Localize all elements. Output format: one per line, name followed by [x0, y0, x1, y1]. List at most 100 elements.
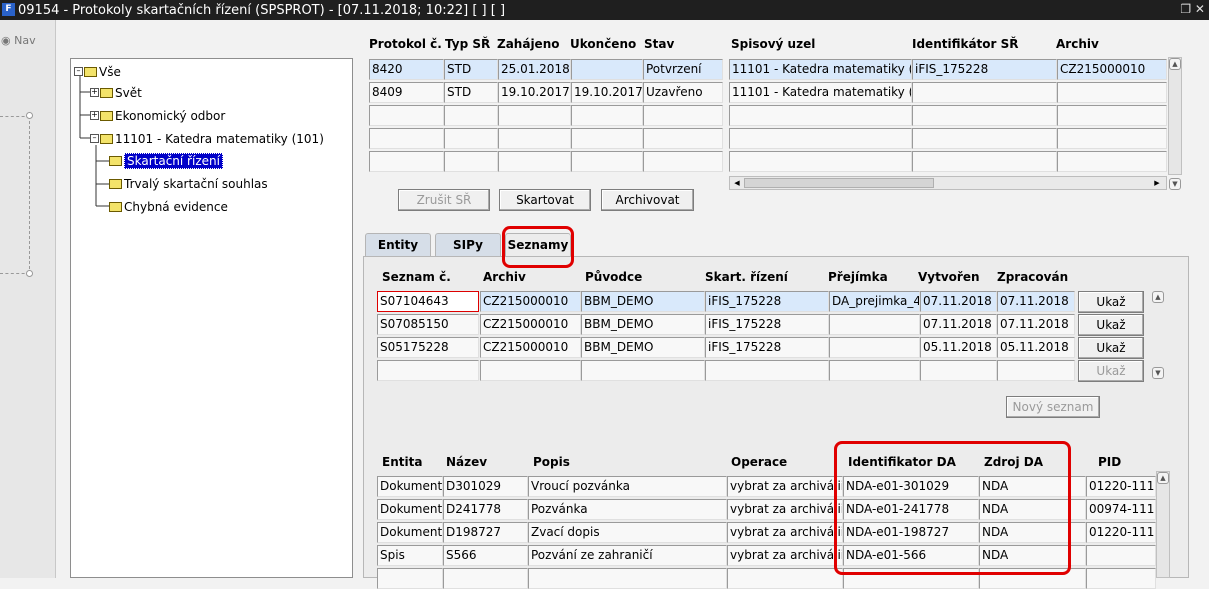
- list-cell[interactable]: [705, 360, 829, 381]
- list-cell[interactable]: iFIS_175228: [705, 314, 829, 335]
- list-cell[interactable]: [377, 360, 479, 381]
- tree-node-skartacni-rizeni[interactable]: Skartační řízení: [109, 153, 223, 169]
- protocol-detail-cell[interactable]: 11101 - Katedra matematiky (1(: [729, 59, 912, 80]
- scroll-down-icon[interactable]: ▼: [1152, 367, 1164, 379]
- window-controls[interactable]: ❐ ✕: [1180, 2, 1205, 16]
- protocol-detail-cell[interactable]: 11101 - Katedra matematiky (1(: [729, 82, 912, 103]
- entity-cell[interactable]: NDA: [979, 545, 1086, 566]
- entity-cell[interactable]: [377, 568, 443, 589]
- protocol-cell[interactable]: [444, 151, 498, 172]
- protocol-detail-cell[interactable]: iFIS_175228: [912, 59, 1057, 80]
- list-cell[interactable]: S07085150: [377, 314, 479, 335]
- entity-cell[interactable]: vybrat za archiválii: [727, 499, 843, 520]
- protocol-cell[interactable]: [369, 105, 444, 126]
- tree-node-trvaly-souhlas[interactable]: Trvalý skartační souhlas: [109, 176, 268, 192]
- protocol-detail-cell[interactable]: [729, 128, 912, 149]
- tree-node-svet[interactable]: + Svět: [90, 85, 142, 101]
- protocol-cell[interactable]: 8420: [369, 59, 444, 80]
- protocol-detail-cell[interactable]: [1057, 105, 1167, 126]
- protocol-detail-cell[interactable]: [912, 105, 1057, 126]
- list-cell[interactable]: 07.11.2018: [920, 314, 997, 335]
- entity-cell[interactable]: Pozvání ze zahraničí: [528, 545, 727, 566]
- entity-cell[interactable]: [1086, 545, 1156, 566]
- scroll-down-icon[interactable]: ▼: [1169, 178, 1181, 190]
- navigator-handle-bottom[interactable]: [26, 270, 33, 277]
- entity-cell[interactable]: Zvací dopis: [528, 522, 727, 543]
- protocol-cell[interactable]: 19.10.2017: [498, 82, 571, 103]
- scroll-left-icon[interactable]: ◀: [732, 177, 742, 189]
- navigator-label[interactable]: ◉ Nav: [1, 34, 36, 47]
- entity-cell[interactable]: NDA-e01-198727: [843, 522, 979, 543]
- protocol-cell[interactable]: [369, 151, 444, 172]
- list-cell[interactable]: BBM_DEMO: [581, 314, 705, 335]
- protocols-vertical-scrollbar[interactable]: ▲: [1168, 57, 1182, 175]
- protocol-cell[interactable]: Uzavřeno: [643, 82, 723, 103]
- expand-icon[interactable]: +: [90, 111, 99, 120]
- list-cell[interactable]: CZ215000010: [480, 314, 581, 335]
- protocol-cell[interactable]: [643, 128, 723, 149]
- list-cell[interactable]: iFIS_175228: [705, 337, 829, 358]
- list-cell[interactable]: CZ215000010: [480, 291, 581, 312]
- list-cell[interactable]: [829, 360, 920, 381]
- cancel-procedure-button[interactable]: Zrušit SŘ: [398, 189, 490, 211]
- list-cell[interactable]: S07104643: [377, 291, 479, 312]
- protocols-horizontal-scrollbar[interactable]: ◀ ▶: [729, 176, 1167, 190]
- entity-cell[interactable]: D301029: [443, 476, 528, 497]
- list-cell[interactable]: [829, 337, 920, 358]
- list-cell[interactable]: 05.11.2018: [997, 337, 1075, 358]
- protocol-cell[interactable]: [643, 105, 723, 126]
- protocol-cell[interactable]: [498, 128, 571, 149]
- collapse-icon[interactable]: –: [74, 67, 83, 76]
- navigator-handle-top[interactable]: [26, 112, 33, 119]
- list-cell[interactable]: CZ215000010: [480, 337, 581, 358]
- entity-cell[interactable]: [727, 568, 843, 589]
- protocol-detail-cell[interactable]: [1057, 151, 1167, 172]
- protocol-cell[interactable]: [571, 151, 643, 172]
- protocol-cell[interactable]: [571, 105, 643, 126]
- protocol-cell[interactable]: [369, 128, 444, 149]
- horizontal-scroll-thumb[interactable]: [744, 178, 934, 188]
- list-cell[interactable]: 05.11.2018: [920, 337, 997, 358]
- entities-vertical-scrollbar[interactable]: ▲: [1156, 471, 1170, 578]
- protocol-detail-cell[interactable]: [912, 82, 1057, 103]
- tree-node-katedra-matematiky[interactable]: – 11101 - Katedra matematiky (101): [90, 131, 324, 147]
- list-cell[interactable]: 07.11.2018: [920, 291, 997, 312]
- entity-cell[interactable]: Vroucí pozvánka: [528, 476, 727, 497]
- shred-button[interactable]: Skartovat: [499, 189, 591, 211]
- protocol-cell[interactable]: STD: [444, 82, 498, 103]
- entity-cell[interactable]: NDA-e01-566: [843, 545, 979, 566]
- entity-cell[interactable]: 01220-111: [1086, 522, 1156, 543]
- tree-node-ekonomicky-odbor[interactable]: + Ekonomický odbor: [90, 108, 225, 124]
- list-cell[interactable]: 07.11.2018: [997, 314, 1075, 335]
- list-cell[interactable]: [829, 314, 920, 335]
- entity-cell[interactable]: Dokument: [377, 522, 443, 543]
- entity-cell[interactable]: S566: [443, 545, 528, 566]
- list-cell[interactable]: [920, 360, 997, 381]
- protocol-cell[interactable]: 25.01.2018: [498, 59, 571, 80]
- protocol-detail-cell[interactable]: [1057, 128, 1167, 149]
- list-cell[interactable]: 07.11.2018: [997, 291, 1075, 312]
- protocol-detail-cell[interactable]: [729, 151, 912, 172]
- tree-node-vse[interactable]: – Vše: [74, 64, 121, 80]
- protocol-cell[interactable]: [444, 128, 498, 149]
- tree-node-chybna-evidence[interactable]: Chybná evidence: [109, 199, 228, 215]
- protocol-detail-cell[interactable]: [912, 128, 1057, 149]
- protocol-cell[interactable]: [444, 105, 498, 126]
- entity-cell[interactable]: vybrat za archiválii: [727, 545, 843, 566]
- protocol-cell[interactable]: 8409: [369, 82, 444, 103]
- protocol-cell[interactable]: [643, 151, 723, 172]
- protocol-cell[interactable]: [571, 128, 643, 149]
- entity-cell[interactable]: 01220-111: [1086, 476, 1156, 497]
- show-list-button[interactable]: Ukaž: [1078, 314, 1144, 336]
- entity-cell[interactable]: NDA: [979, 476, 1086, 497]
- entity-cell[interactable]: Pozvánka: [528, 499, 727, 520]
- show-list-button[interactable]: Ukaž: [1078, 291, 1144, 313]
- entity-cell[interactable]: NDA: [979, 499, 1086, 520]
- protocol-cell[interactable]: [571, 59, 643, 80]
- entity-cell[interactable]: [1086, 568, 1156, 589]
- scroll-right-icon[interactable]: ▶: [1152, 177, 1162, 189]
- entity-cell[interactable]: Dokument: [377, 476, 443, 497]
- protocol-detail-cell[interactable]: [912, 151, 1057, 172]
- scroll-up-icon[interactable]: ▲: [1169, 58, 1181, 70]
- entity-cell[interactable]: D198727: [443, 522, 528, 543]
